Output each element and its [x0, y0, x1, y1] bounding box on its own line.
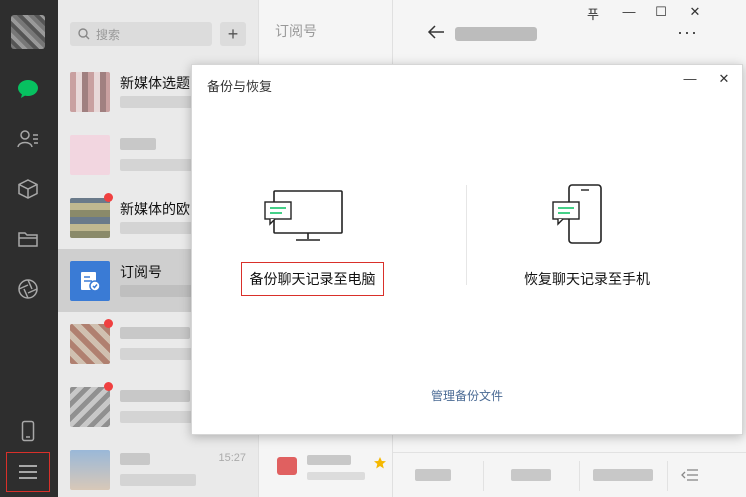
conversation-avatar	[70, 324, 110, 364]
menu-tab[interactable]	[593, 469, 653, 481]
phone-icon[interactable]	[15, 418, 41, 444]
conversation-avatar	[70, 72, 110, 112]
minimize-button[interactable]: —	[619, 4, 639, 19]
computer-chat-icon[interactable]	[264, 189, 346, 250]
conversation-title: 订阅号	[120, 264, 162, 280]
conversation-preview	[307, 472, 365, 480]
box-icon[interactable]	[15, 176, 41, 202]
conversation-preview	[120, 96, 196, 108]
back-arrow-icon[interactable]	[427, 24, 445, 45]
subscription-icon	[70, 261, 110, 301]
conversation-avatar	[277, 457, 297, 475]
conversation-preview	[120, 222, 196, 234]
dialog-title: 备份与恢复	[207, 79, 273, 94]
keyboard-toggle-icon[interactable]	[681, 469, 699, 481]
nav-rail	[0, 0, 58, 497]
divider	[579, 461, 580, 491]
conversation-title: 新媒体选题	[120, 75, 190, 91]
conversation-time: 15:27	[218, 452, 246, 464]
unread-badge	[104, 193, 113, 202]
list-item[interactable]: 15:27	[58, 438, 258, 497]
unread-badge	[104, 382, 113, 391]
menu-tab[interactable]	[511, 469, 551, 481]
restore-to-phone-button[interactable]: 恢复聊天记录至手机	[502, 262, 672, 296]
divider	[667, 461, 668, 491]
conversation-title	[307, 455, 351, 465]
maximize-button[interactable]: ☐	[651, 4, 671, 20]
contacts-icon[interactable]	[15, 126, 41, 152]
conversation-title	[120, 453, 150, 465]
conversation-avatar	[70, 198, 110, 238]
folder-icon[interactable]	[15, 226, 41, 252]
user-avatar[interactable]	[11, 15, 45, 49]
menu-icon	[15, 459, 41, 485]
dialog-close-button[interactable]: ✕	[714, 71, 734, 87]
moments-icon[interactable]	[15, 276, 41, 302]
conversation-avatar	[70, 450, 110, 490]
conversation-title	[120, 138, 156, 150]
wechat-window: 搜索 + 新媒体选题 新媒体的欧 订阅号 15:27 订阅号 ··· 푸 — ☐…	[0, 0, 746, 497]
dialog-minimize-button[interactable]: —	[680, 71, 700, 86]
more-button[interactable]: ···	[677, 22, 698, 43]
conversation-title	[120, 327, 190, 339]
manage-backup-files-link[interactable]: 管理备份文件	[192, 387, 742, 404]
pane-title: 订阅号	[275, 23, 317, 39]
list-item[interactable]	[269, 452, 389, 482]
pin-button[interactable]: 푸	[583, 4, 603, 23]
conversation-avatar	[70, 135, 110, 175]
search-icon	[78, 28, 90, 40]
menu-tab[interactable]	[415, 469, 451, 481]
phone-chat-icon[interactable]	[552, 184, 604, 251]
conversation-preview	[120, 411, 196, 423]
star-icon[interactable]	[373, 456, 387, 470]
unread-badge	[104, 319, 113, 328]
conversation-avatar	[70, 387, 110, 427]
menu-button[interactable]	[6, 452, 50, 492]
add-button[interactable]: +	[220, 22, 246, 46]
conversation-preview	[120, 159, 196, 171]
conversation-preview	[120, 285, 196, 297]
close-button[interactable]: ✕	[685, 4, 705, 20]
chat-icon[interactable]	[15, 76, 41, 102]
bottom-menu	[393, 452, 746, 497]
conversation-title	[120, 390, 190, 402]
backup-to-pc-button[interactable]: 备份聊天记录至电脑	[241, 262, 384, 296]
conversation-preview	[120, 348, 196, 360]
search-placeholder: 搜索	[96, 27, 121, 42]
conversation-preview	[120, 474, 196, 486]
chat-title	[455, 27, 537, 41]
conversation-title: 新媒体的欧	[120, 201, 190, 217]
divider	[483, 461, 484, 491]
search-input[interactable]: 搜索	[70, 22, 212, 46]
divider	[466, 185, 467, 285]
backup-restore-dialog: 备份与恢复 — ✕ 备份聊天记录至电脑 恢复聊天记录至手机 管理备份文件	[191, 64, 743, 435]
